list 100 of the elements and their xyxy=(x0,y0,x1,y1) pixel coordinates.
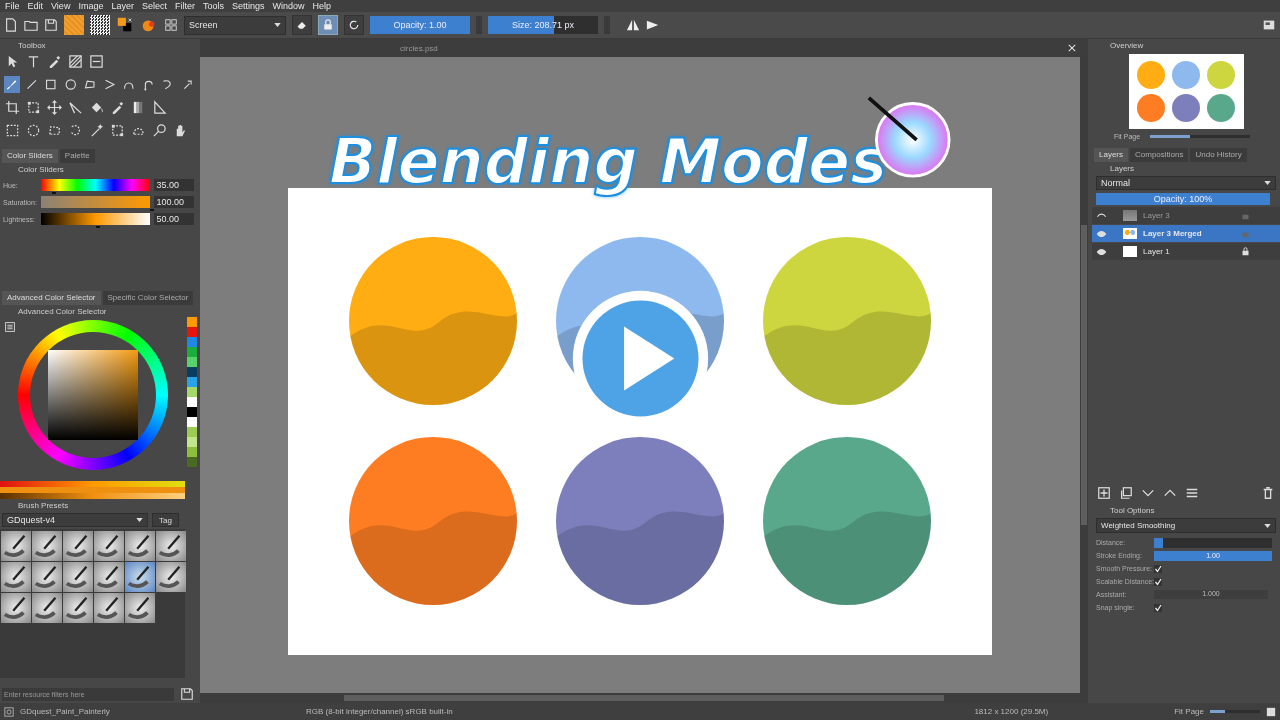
menu-item[interactable]: Help xyxy=(312,1,331,11)
eye-icon[interactable] xyxy=(1096,229,1107,238)
brush-preset-thumbnail[interactable] xyxy=(32,531,62,561)
save-icon[interactable] xyxy=(44,18,58,32)
properties-icon[interactable] xyxy=(1185,486,1199,500)
color-swatch[interactable] xyxy=(187,367,197,377)
rectangle-selection-icon[interactable] xyxy=(4,122,21,139)
option-slider[interactable] xyxy=(1154,537,1272,548)
brush-preset-thumbnail[interactable] xyxy=(94,531,124,561)
zoom-reset-icon[interactable] xyxy=(1266,706,1276,717)
hidden-eye-icon[interactable] xyxy=(1096,211,1107,220)
menu-item[interactable]: View xyxy=(51,1,71,11)
frame-icon[interactable] xyxy=(88,53,105,70)
color-swatch[interactable] xyxy=(187,437,197,447)
zoom-slider[interactable] xyxy=(1150,135,1251,138)
panel-tab[interactable]: Palette xyxy=(59,149,95,163)
close-icon[interactable] xyxy=(1068,44,1076,52)
brush-preset-thumbnail[interactable] xyxy=(156,562,186,592)
zoom-icon[interactable] xyxy=(151,122,168,139)
color-slider[interactable] xyxy=(40,213,151,225)
opacity-slider[interactable]: Opacity: 1.00 xyxy=(370,16,470,34)
value-field[interactable]: 35.00 xyxy=(154,179,194,191)
blend-mode-dropdown[interactable]: Screen xyxy=(184,15,286,35)
panel-tab[interactable]: Undo History xyxy=(1190,148,1247,162)
color-swatch[interactable] xyxy=(187,357,197,367)
lock-icon[interactable] xyxy=(1241,247,1250,256)
brush-icon[interactable] xyxy=(4,76,20,93)
brush-preset-thumbnail[interactable] xyxy=(1,531,31,561)
shade-bar[interactable] xyxy=(0,481,185,487)
workspace-icon[interactable] xyxy=(1262,18,1276,32)
menu-item[interactable]: Window xyxy=(272,1,305,11)
layer-row[interactable]: Layer 1 xyxy=(1092,243,1280,260)
checkbox[interactable] xyxy=(1154,603,1162,612)
document-tab[interactable]: circles.psd xyxy=(400,43,438,53)
mirror-horizontal-icon[interactable] xyxy=(626,18,640,32)
mirror-vertical-icon[interactable] xyxy=(646,18,660,32)
crop-icon[interactable] xyxy=(4,99,21,116)
brush-preset-thumbnail[interactable] xyxy=(32,593,62,623)
checkbox[interactable] xyxy=(1154,577,1162,586)
panel-tab[interactable]: Specific Color Selector xyxy=(102,291,194,305)
reload-button[interactable] xyxy=(344,15,364,35)
menu-item[interactable]: Select xyxy=(141,1,167,11)
brush-preset-thumbnail[interactable] xyxy=(63,531,93,561)
foreground-background-color-icon[interactable] xyxy=(116,16,134,34)
color-swatch[interactable] xyxy=(187,337,197,347)
pattern-swatch[interactable] xyxy=(90,15,110,35)
brush-preset-thumbnail[interactable] xyxy=(63,562,93,592)
duplicate-icon[interactable] xyxy=(1119,486,1133,500)
color-swatch[interactable] xyxy=(187,457,197,467)
color-swatch[interactable] xyxy=(187,377,197,387)
brush-preset-thumbnail[interactable] xyxy=(125,531,155,561)
add-layer-icon[interactable] xyxy=(1097,486,1111,500)
scrollbar-thumb[interactable] xyxy=(1081,225,1087,525)
ellipse-selection-icon[interactable] xyxy=(25,122,42,139)
save-icon[interactable] xyxy=(180,687,194,701)
color-swatch[interactable] xyxy=(187,407,197,417)
menu-item[interactable]: Edit xyxy=(27,1,44,11)
layer-opacity-slider[interactable]: Opacity: 100% xyxy=(1096,193,1270,205)
color-swatch[interactable] xyxy=(187,347,197,357)
trash-icon[interactable] xyxy=(1261,486,1275,500)
layer-row[interactable]: Layer 3 Merged xyxy=(1092,225,1280,242)
shade-bar[interactable] xyxy=(0,493,185,499)
layer-row[interactable]: Layer 3 xyxy=(1092,207,1280,224)
smoothing-dropdown[interactable]: Weighted Smoothing xyxy=(1096,518,1276,533)
panel-tab[interactable]: Layers xyxy=(1094,148,1128,162)
eye-icon[interactable] xyxy=(1096,247,1107,256)
color-swatch[interactable] xyxy=(187,397,197,407)
preserve-alpha-button[interactable] xyxy=(318,15,338,35)
color-swatch[interactable] xyxy=(187,427,197,437)
menu-item[interactable]: Settings xyxy=(231,1,265,11)
eraser-button[interactable] xyxy=(292,15,312,35)
color-swatch[interactable] xyxy=(187,387,197,397)
color-swatch[interactable] xyxy=(187,317,197,327)
ruler-icon[interactable] xyxy=(151,99,168,116)
checkbox[interactable] xyxy=(1154,564,1162,573)
menu-item[interactable]: Image xyxy=(78,1,104,11)
brush-preset-thumbnail[interactable] xyxy=(94,593,124,623)
grid-icon[interactable] xyxy=(164,18,178,32)
zoom-slider[interactable] xyxy=(1210,710,1260,713)
brush-preset-thumbnail[interactable] xyxy=(156,531,186,561)
new-document-icon[interactable] xyxy=(4,18,18,32)
brush-preset-thumbnail[interactable] xyxy=(1,593,31,623)
color-slider[interactable] xyxy=(40,196,151,208)
brush-preset-thumbnail[interactable] xyxy=(125,562,155,592)
blend-mode-dropdown[interactable]: Normal xyxy=(1096,176,1276,190)
panel-tab[interactable]: Compositions xyxy=(1130,148,1189,162)
brush-preset-thumbnail[interactable] xyxy=(94,562,124,592)
color-swatch[interactable] xyxy=(187,417,197,427)
panel-tab[interactable]: Advanced Color Selector xyxy=(2,291,101,305)
hatch-icon[interactable] xyxy=(67,53,84,70)
move-icon[interactable] xyxy=(46,99,63,116)
panel-tab[interactable]: Color Sliders xyxy=(2,149,58,163)
color-swatch[interactable] xyxy=(187,327,197,337)
menu-item[interactable]: Filter xyxy=(174,1,195,11)
tag-button[interactable]: Tag xyxy=(152,513,179,527)
color-swatch[interactable] xyxy=(187,447,197,457)
preset-set-dropdown[interactable]: GDquest-v4 xyxy=(2,513,148,527)
transform-icon[interactable] xyxy=(25,99,42,116)
brush-preset-thumbnail[interactable] xyxy=(32,562,62,592)
menu-icon[interactable] xyxy=(3,320,17,334)
